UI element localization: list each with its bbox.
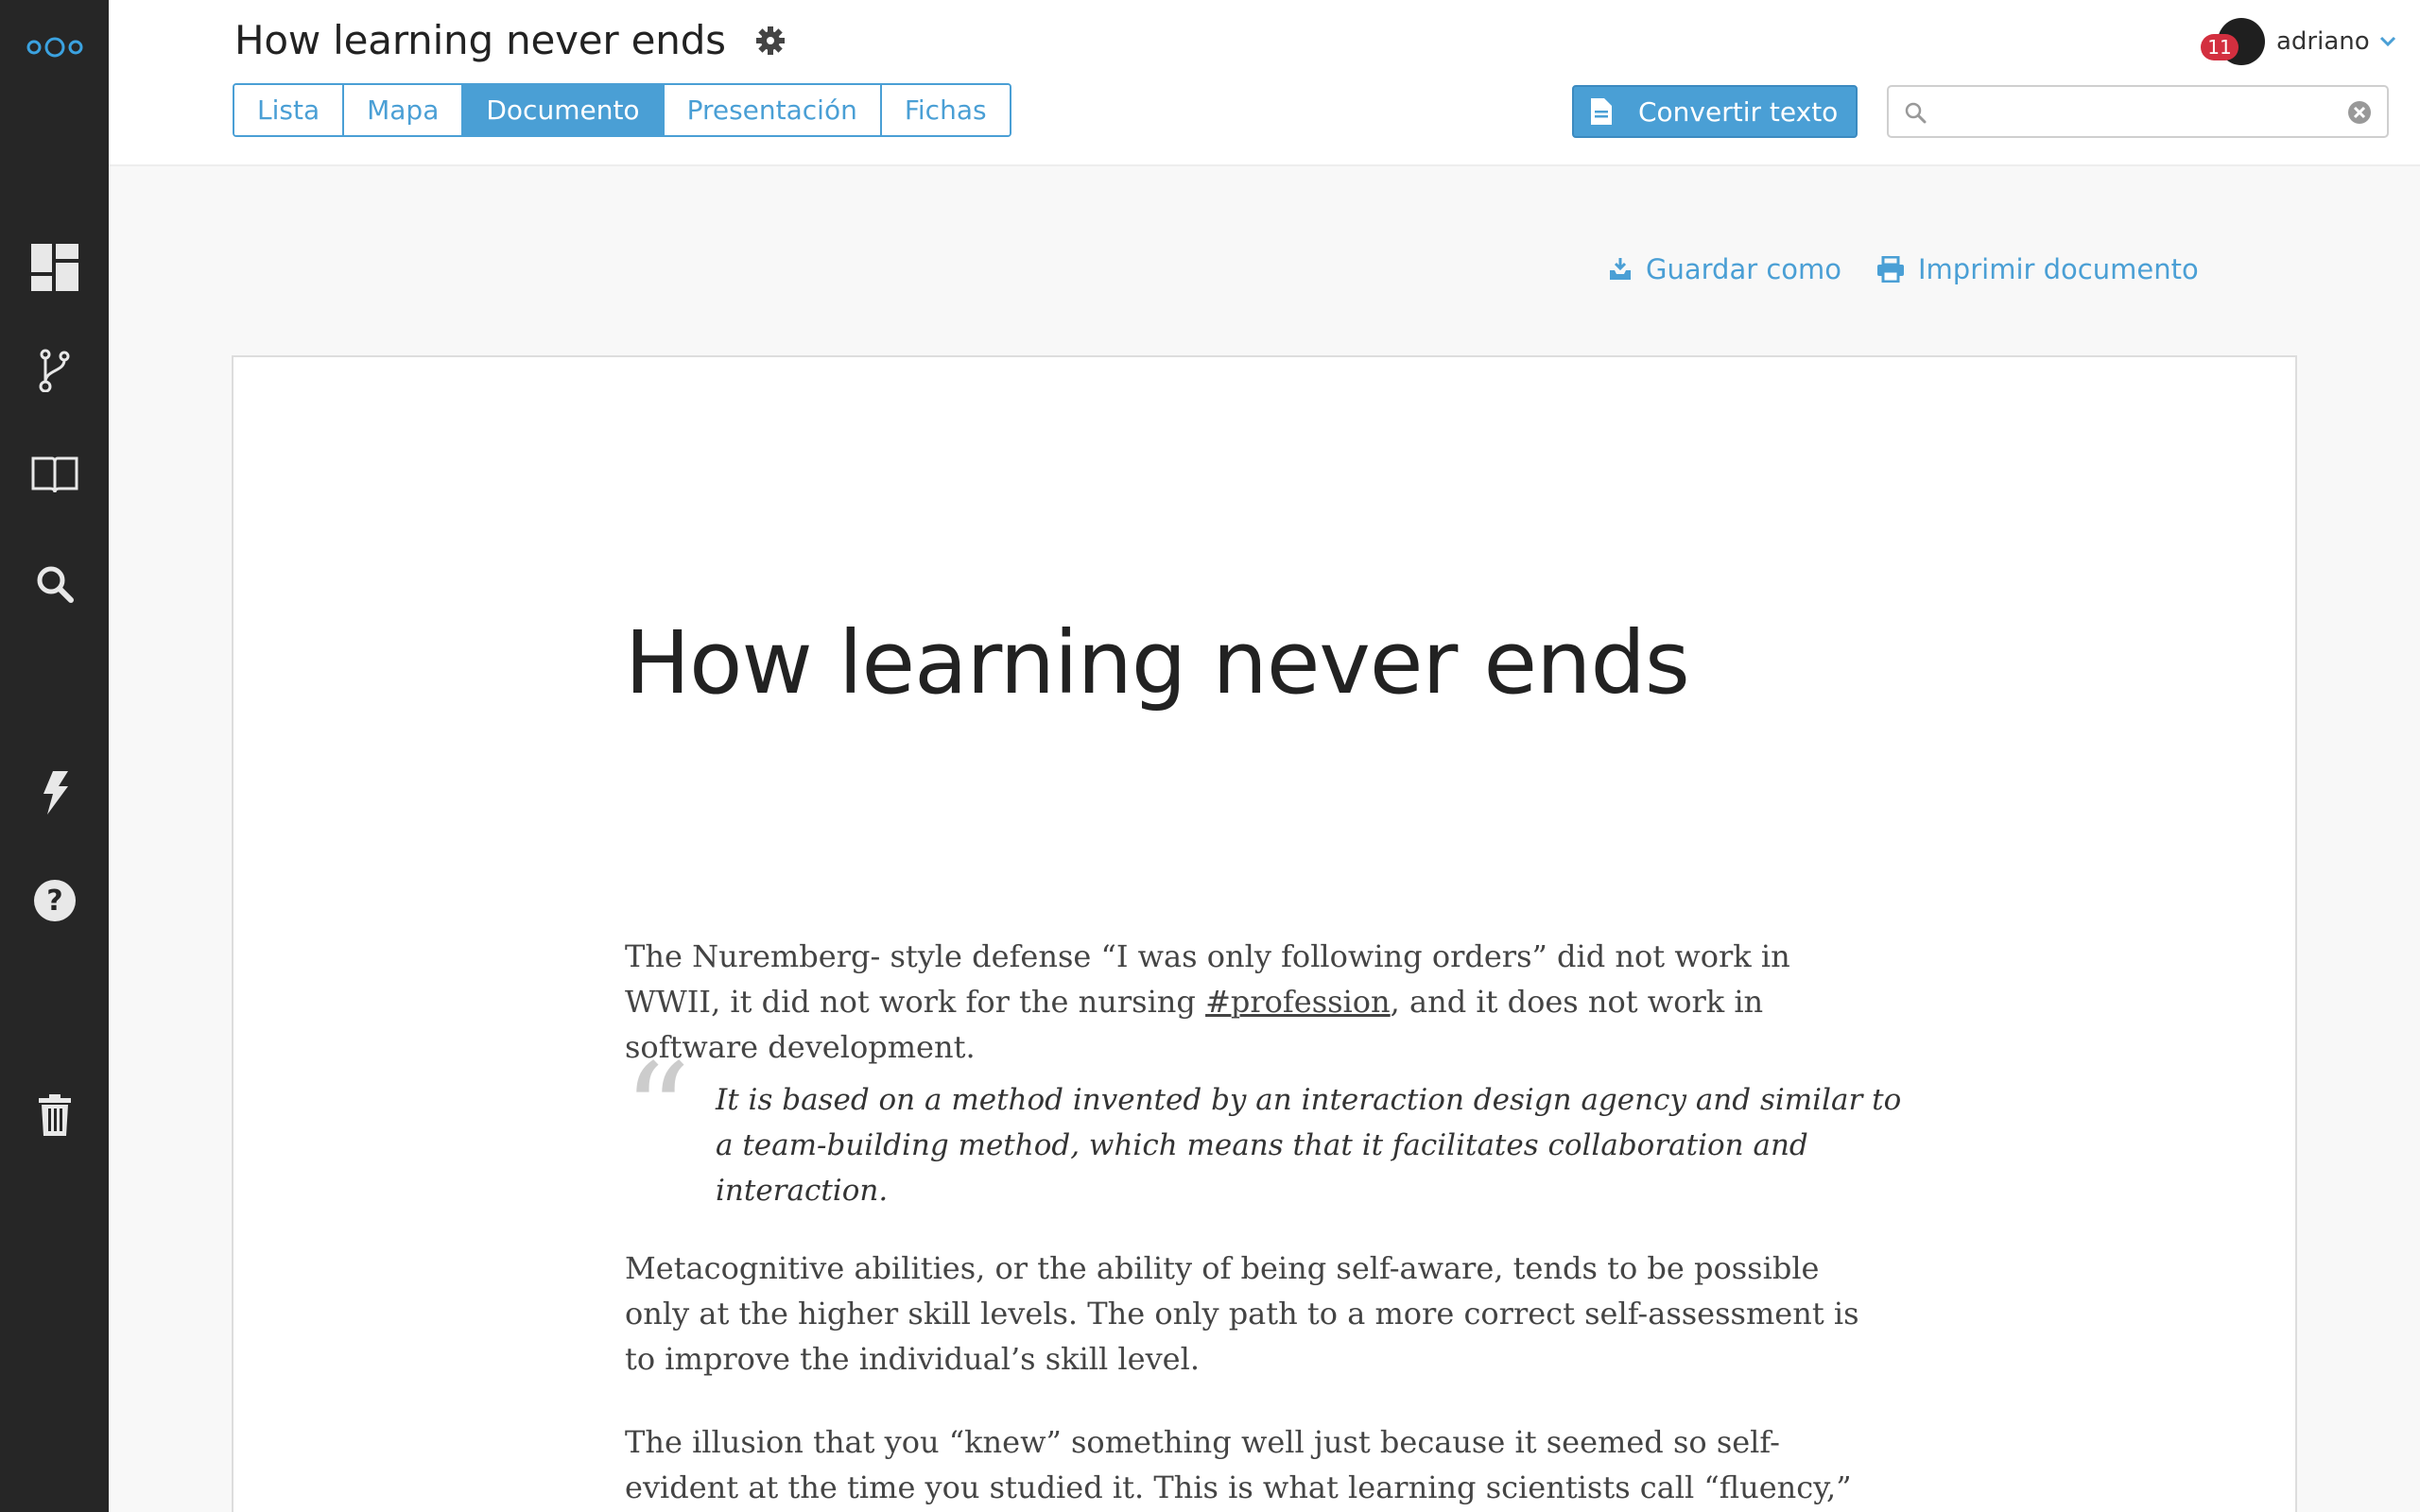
blockquote: It is based on a method invented by an i… [716,1083,1902,1208]
paragraph-2: Metacognitive abilities, or the ability … [625,1250,1859,1377]
search-field[interactable] [1887,85,2389,138]
download-tray-icon [1608,257,1633,282]
search-input[interactable] [1934,94,2331,129]
document-page: How learning never ends The Nuremberg- s… [232,355,2297,1512]
dashboard-icon[interactable] [0,241,109,294]
tab-lista[interactable]: Lista [234,85,345,135]
logo-icon[interactable] [0,28,109,66]
book-icon[interactable] [0,452,109,497]
convert-text-button[interactable]: Convertir texto [1572,85,1858,138]
title-row: How learning never ends [234,17,786,63]
save-as-link[interactable]: Guardar como [1608,253,1841,285]
page-title: How learning never ends [234,17,726,63]
notification-badge[interactable]: 11 [2201,34,2238,60]
clear-search-icon[interactable] [2347,100,2372,129]
view-tabs: Lista Mapa Documento Presentación Fichas [233,83,1011,137]
tab-documento[interactable]: Documento [463,85,665,135]
tab-fichas[interactable]: Fichas [881,85,1010,135]
gear-icon[interactable] [754,25,786,57]
username[interactable]: adriano [2276,27,2370,56]
print-document-label: Imprimir documento [1918,253,2199,285]
tab-mapa[interactable]: Mapa [344,85,464,135]
printer-icon [1876,256,1905,283]
document-title: How learning never ends [625,612,1690,713]
paragraph-3: The illusion that you “knew” something w… [625,1424,1852,1505]
convert-text-label: Convertir texto [1638,95,1839,128]
sidebar: ? [0,0,109,1512]
lightning-icon[interactable] [0,770,109,816]
tab-presentacion[interactable]: Presentación [664,85,882,135]
svg-text:?: ? [46,885,62,918]
save-as-label: Guardar como [1646,253,1842,285]
search-icon[interactable] [0,561,109,607]
branch-icon[interactable] [0,348,109,393]
quote-mark-icon: “ [623,1036,691,1190]
help-icon[interactable]: ? [0,877,109,924]
hashtag-link[interactable]: #profession [1205,984,1391,1020]
document-icon [1591,98,1612,125]
chevron-down-icon[interactable] [2379,36,2396,47]
print-document-link[interactable]: Imprimir documento [1876,253,2199,285]
trash-icon[interactable] [0,1091,109,1139]
top-header: How learning never ends Lista Mapa Docum… [109,0,2420,166]
paragraph-1: The Nuremberg- style defense “I was only… [625,934,1892,1070]
search-icon [1904,101,1927,128]
